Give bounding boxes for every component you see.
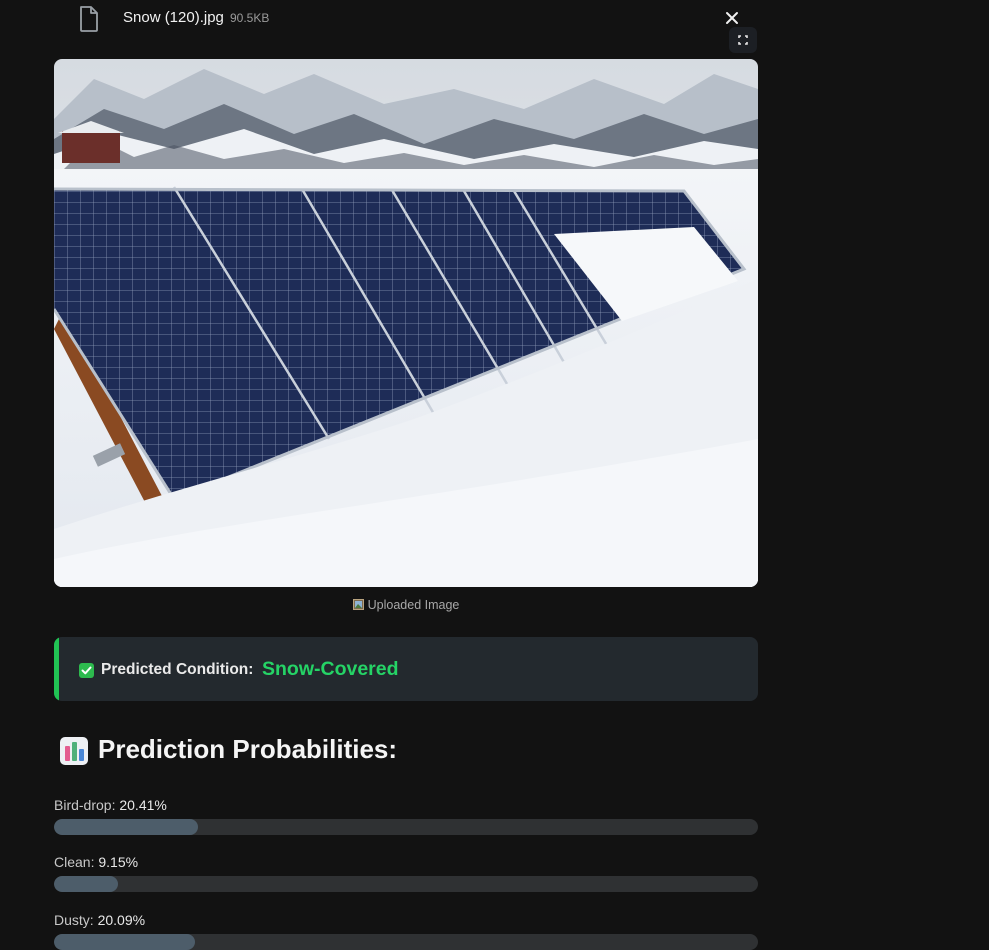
probability-row-clean: Clean: 9.15% [54, 853, 758, 892]
uploaded-image [54, 59, 758, 587]
probabilities-heading: Prediction Probabilities: [98, 734, 398, 764]
fullscreen-icon [738, 35, 748, 45]
probability-name: Dusty: [54, 912, 94, 928]
prediction-label: Predicted Condition: [101, 661, 254, 678]
check-mark-icon [79, 663, 94, 678]
probability-row-bird-drop: Bird-drop: 20.41% [54, 796, 758, 835]
file-name: Snow (120).jpg [123, 9, 224, 26]
probability-row-dusty: Dusty: 20.09% [54, 911, 758, 950]
probability-name: Bird-drop: [54, 797, 116, 813]
file-icon [80, 6, 98, 32]
fullscreen-button[interactable] [729, 27, 757, 53]
solar-panels-snow-image [54, 59, 758, 587]
file-size: 90.5KB [230, 11, 270, 25]
image-caption-text: Uploaded Image [367, 598, 460, 612]
bar-chart-icon [60, 737, 88, 765]
probability-value: 9.15% [98, 854, 139, 870]
framed-picture-icon [352, 599, 364, 610]
probability-name: Clean: [54, 854, 95, 870]
progress-track [54, 934, 758, 950]
progress-fill [54, 819, 198, 835]
progress-fill [54, 876, 119, 892]
probability-value: 20.09% [97, 912, 146, 928]
progress-fill [54, 934, 196, 950]
uploaded-file-row: Snow (120).jpg 90.5KB [0, 0, 770, 40]
progress-track [54, 819, 758, 835]
prediction-value: Snow-Covered [262, 658, 399, 680]
prediction-success-box: Predicted Condition: Snow-Covered [54, 637, 758, 701]
progress-track [54, 876, 758, 892]
probability-value: 20.41% [119, 797, 167, 813]
image-caption: Uploaded Image [0, 598, 812, 612]
success-accent-bar [54, 637, 59, 701]
